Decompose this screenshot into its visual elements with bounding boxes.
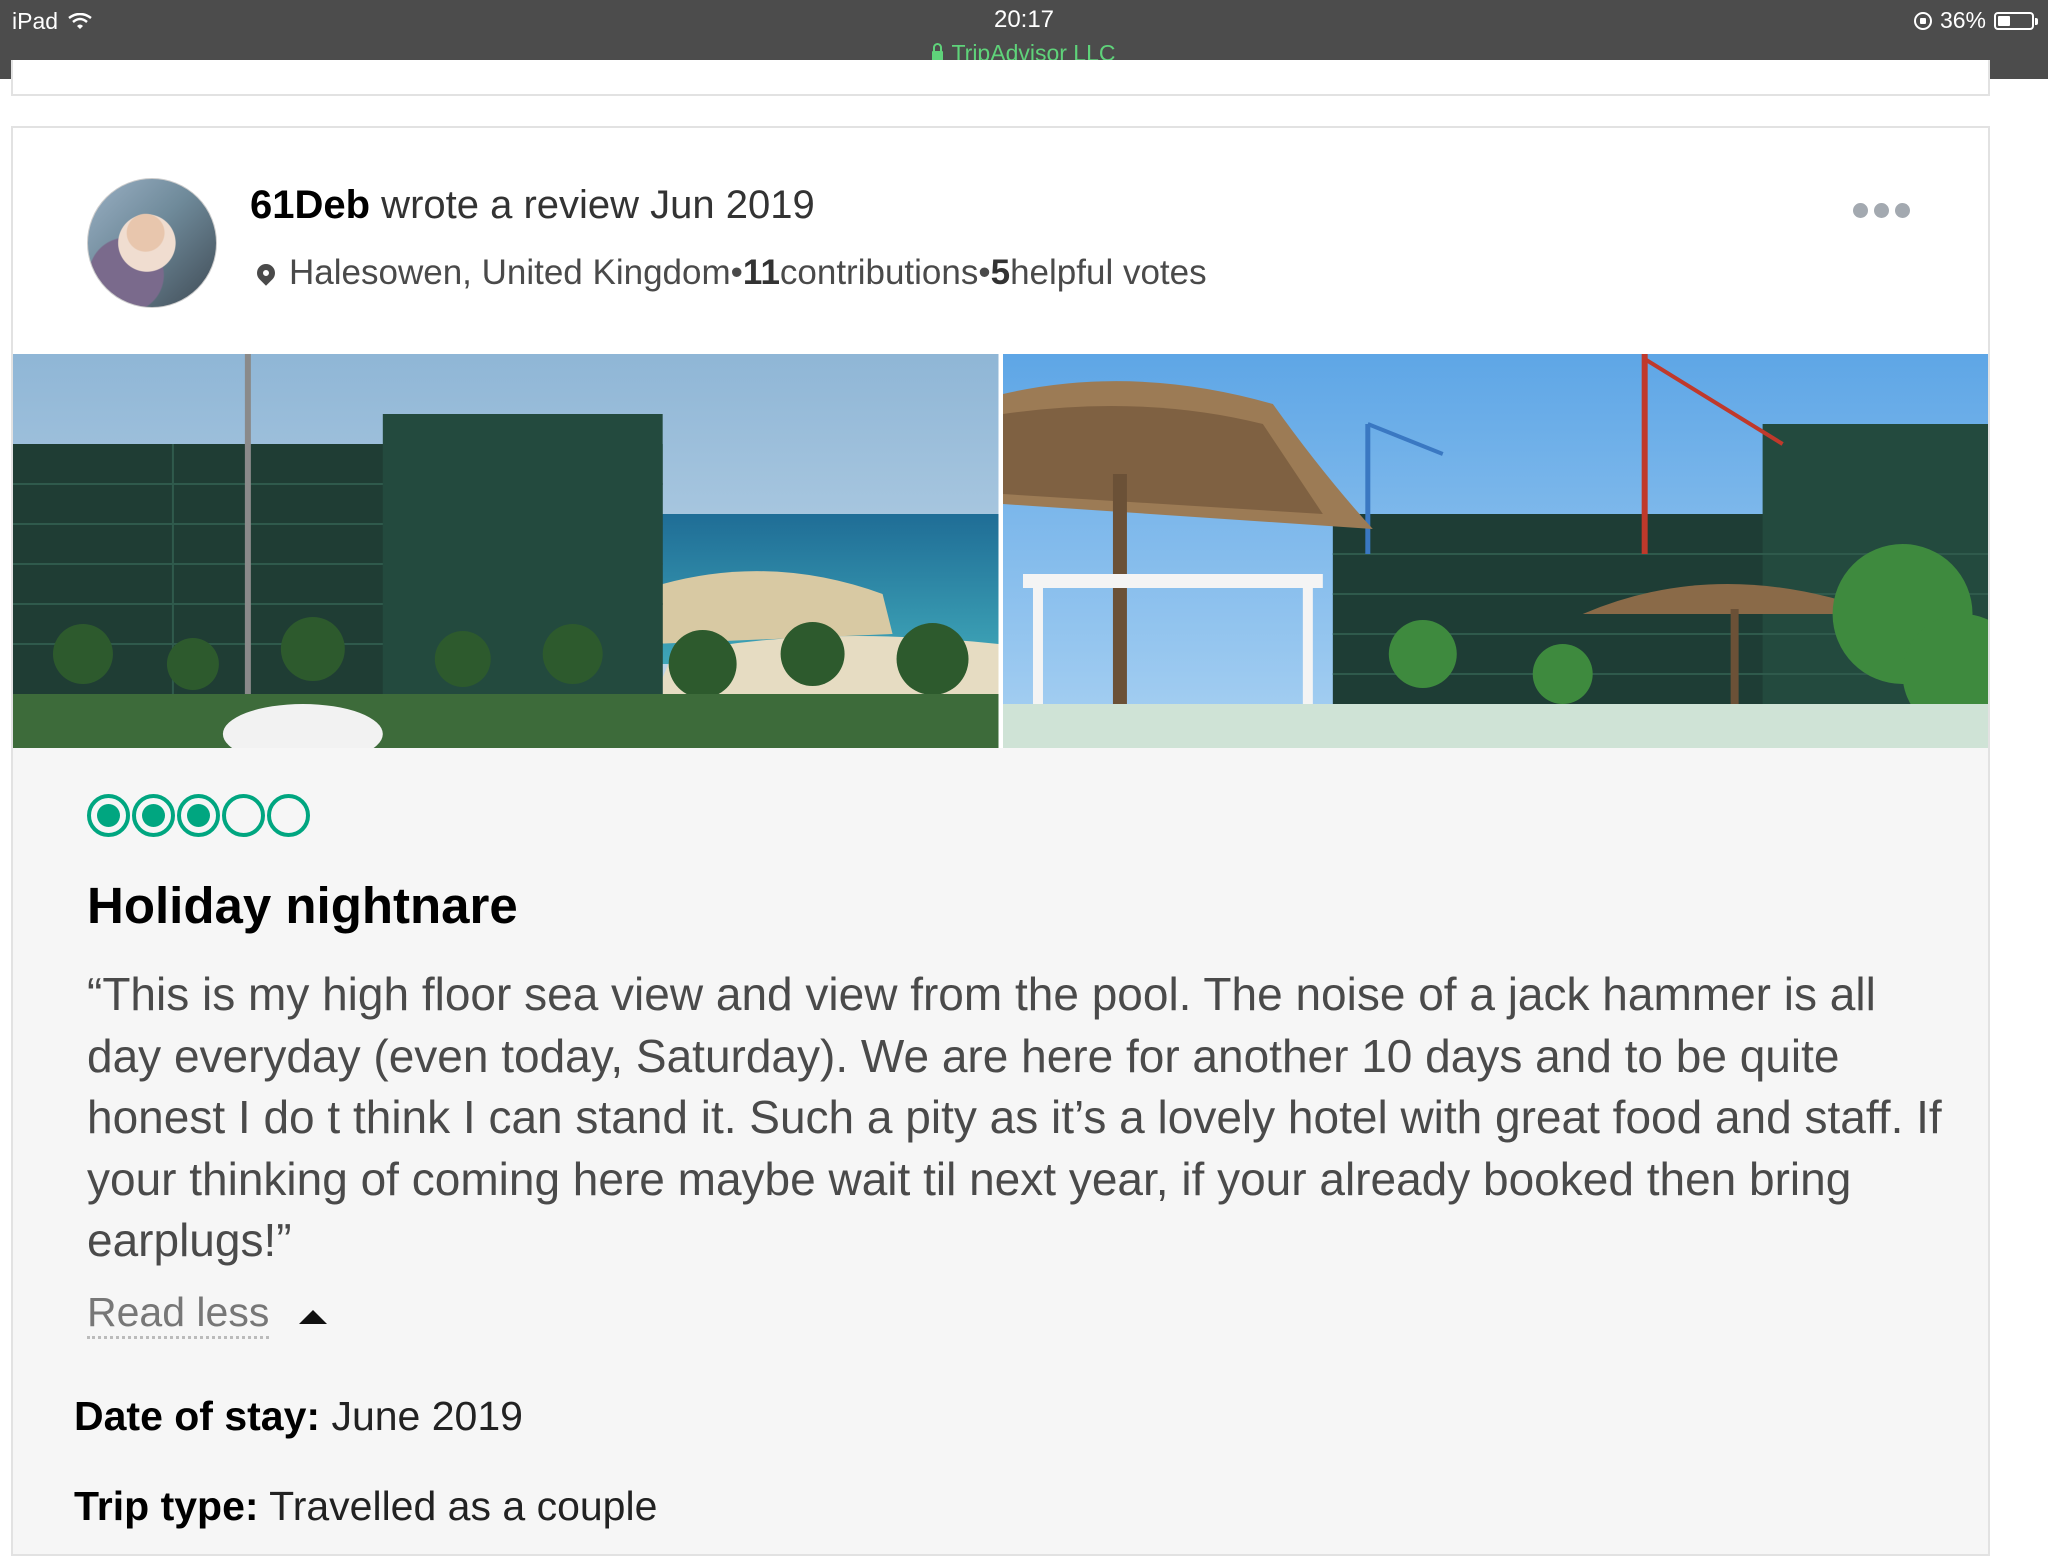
rating-bubble — [132, 794, 175, 837]
trip-type-value: Travelled as a couple — [258, 1483, 658, 1529]
battery-fill — [1998, 15, 2010, 26]
helpful-count: 5 — [990, 253, 1011, 292]
bubble-rating — [87, 794, 310, 837]
review-photo-2[interactable] — [1002, 354, 1988, 748]
review-action-text: wrote a review Jun 2019 — [370, 183, 815, 227]
status-right: 36% — [1913, 7, 2038, 34]
date-of-stay: Date of stay: June 2019 — [74, 1393, 523, 1440]
read-less-link[interactable]: Read less — [87, 1288, 270, 1339]
contributions-label: contributions — [779, 253, 979, 292]
rating-bubble — [267, 794, 310, 837]
review-headline: 61Deb wrote a review Jun 2019 — [250, 183, 815, 228]
meta-separator: • — [730, 253, 743, 292]
review-photo-1[interactable] — [13, 354, 999, 748]
review-header: 61Deb wrote a review Jun 2019 Halesowen,… — [13, 128, 1988, 354]
clock: 20:17 — [993, 6, 1055, 33]
reviewer-name[interactable]: 61Deb — [250, 183, 370, 227]
caret-up-icon[interactable] — [299, 1310, 327, 1324]
avatar[interactable] — [87, 178, 217, 308]
review-text: “This is my high floor sea view and view… — [87, 968, 1942, 1266]
more-options-icon[interactable] — [1853, 203, 1910, 218]
battery-icon — [1994, 11, 2038, 30]
rating-bubble — [177, 794, 220, 837]
rating-bubble — [222, 794, 265, 837]
trip-type: Trip type: Travelled as a couple — [74, 1483, 657, 1530]
reviewer-meta: Halesowen, United Kingdom • 11 contribut… — [253, 253, 1207, 293]
trip-type-label: Trip type: — [74, 1483, 259, 1529]
orientation-lock-icon — [1913, 11, 1932, 30]
date-of-stay-value: June 2019 — [320, 1393, 523, 1439]
contributions-count: 11 — [742, 253, 780, 292]
meta-separator: • — [978, 253, 991, 292]
review-photos — [13, 354, 1988, 748]
battery-percent: 36% — [1939, 7, 1986, 33]
reviewer-location: Halesowen, United Kingdom — [289, 253, 731, 292]
review-title[interactable]: Holiday nightnare — [87, 876, 518, 935]
previous-review-card — [11, 60, 1990, 96]
helpful-label: helpful votes — [1010, 253, 1207, 292]
date-of-stay-label: Date of stay: — [74, 1393, 321, 1439]
location-pin-icon — [253, 260, 279, 286]
rating-bubble — [87, 794, 130, 837]
review-card: 61Deb wrote a review Jun 2019 Halesowen,… — [11, 126, 1990, 1556]
